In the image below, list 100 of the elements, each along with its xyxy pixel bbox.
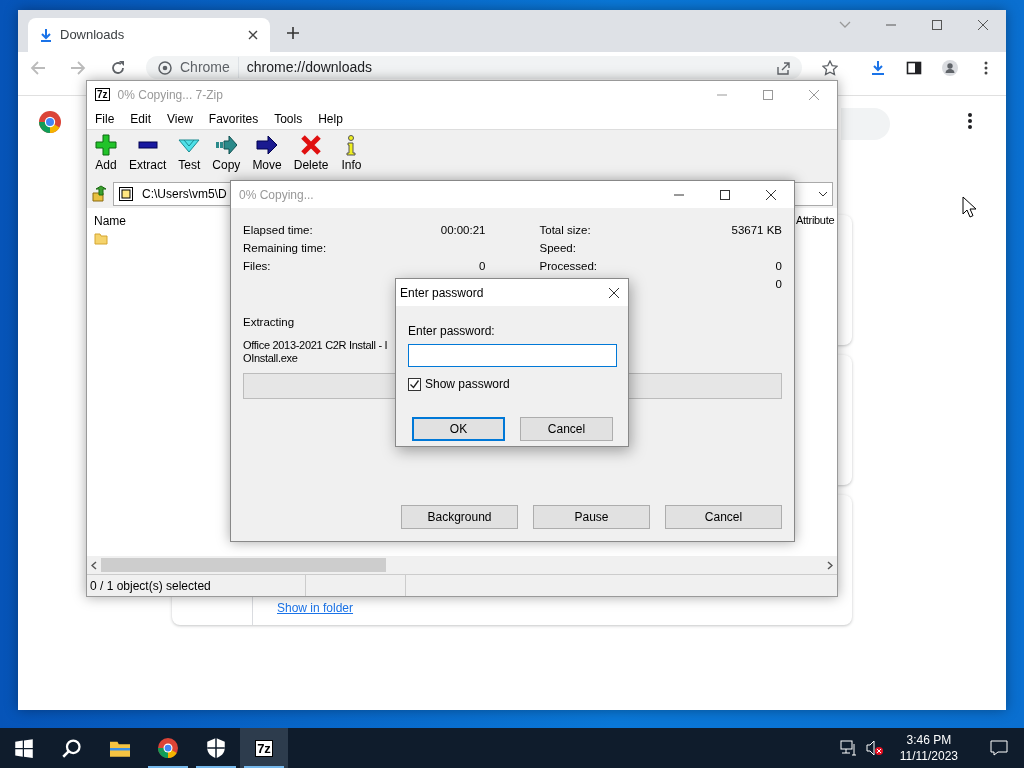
stat-value: 0	[479, 259, 486, 274]
cursor-icon	[962, 196, 976, 218]
checkbox-label: Show password	[425, 376, 510, 393]
windows-logo-icon	[14, 738, 34, 758]
dialog-button[interactable]: Background	[401, 505, 518, 529]
stat-value: 0	[775, 259, 782, 274]
toolbar-button[interactable]: Add	[91, 130, 121, 180]
close-icon	[248, 30, 258, 40]
menu-item[interactable]: Tools	[274, 109, 303, 128]
file-name: Office 2013-2021 C2R Install - I	[243, 339, 388, 353]
volume-button[interactable]	[865, 740, 884, 756]
clock-date: 11/11/2023	[899, 748, 958, 764]
file-name: OInstall.exe	[243, 352, 298, 366]
forward-icon	[70, 60, 86, 76]
checkbox[interactable]	[408, 377, 421, 391]
new-tab-button[interactable]	[286, 26, 300, 40]
dialog-button[interactable]: Cancel	[520, 417, 613, 441]
menu-item[interactable]: File	[95, 109, 115, 128]
close-icon	[608, 286, 620, 299]
bookmark-icon	[822, 60, 838, 76]
field-label: Enter password:	[407, 323, 496, 340]
menu-item[interactable]: Help	[318, 109, 343, 128]
dialog-title: Enter password	[400, 284, 484, 302]
show-in-folder-link[interactable]: Show in folder	[277, 599, 354, 617]
avatar-icon	[942, 60, 958, 76]
column-header[interactable]: Attribute	[796, 212, 835, 229]
download-icon	[40, 28, 52, 42]
column-header[interactable]: Name	[94, 212, 126, 230]
toolbar-button[interactable]: Test	[174, 130, 205, 180]
browser-tab[interactable]: Downloads	[28, 18, 270, 52]
toolbar-button[interactable]: Delete	[289, 130, 333, 180]
chrome-logo-icon	[38, 110, 62, 134]
maximize-icon	[719, 188, 731, 201]
scrollbar-thumb[interactable]	[101, 558, 386, 572]
close-icon	[977, 19, 989, 31]
stat-value: 00:00:21	[440, 223, 486, 238]
dialog-button[interactable]: Pause	[533, 505, 650, 529]
address-bar[interactable]: Chrome chrome://downloads	[146, 56, 802, 79]
chrome-icon	[158, 60, 172, 75]
more-button[interactable]	[966, 112, 974, 130]
share-icon[interactable]	[776, 60, 790, 75]
tab-title: Downloads	[60, 26, 126, 45]
stat-value: 53671 KB	[731, 223, 782, 238]
side-panel-icon	[906, 60, 922, 76]
window-title: 0% Copying... 7-Zip	[117, 86, 223, 104]
network-icon	[839, 740, 858, 756]
stat-label: Remaining time:	[243, 241, 327, 256]
close-icon	[765, 188, 777, 201]
folder-up-icon	[91, 185, 109, 203]
archive-icon	[118, 186, 134, 202]
taskbar-button[interactable]: 7z	[240, 728, 288, 768]
stat-label: Processed:	[539, 259, 598, 274]
stat-value: 0	[775, 277, 782, 292]
menu-item[interactable]: View	[167, 109, 193, 128]
app-logo: 7z	[95, 88, 110, 101]
menu-icon	[966, 112, 974, 130]
operation-label: Extracting	[243, 315, 295, 330]
path-text: C:\Users\vm5\D	[142, 186, 227, 203]
plus-icon	[286, 26, 300, 40]
toolbar-button[interactable]: Extract	[125, 130, 171, 180]
clock-time: 3:46 PM	[906, 732, 952, 748]
chat-bubble-icon	[990, 740, 1008, 756]
app-logo: 7z	[255, 739, 273, 757]
toolbar-button[interactable]: Info	[336, 130, 367, 180]
stat-label: Total size:	[539, 223, 591, 238]
arrow-right-icon	[256, 134, 279, 156]
site-chip: Chrome	[180, 57, 239, 78]
check-icon	[409, 378, 420, 390]
stat-label: Speed:	[539, 241, 576, 256]
plus-icon	[95, 134, 117, 156]
toolbar-button[interactable]: Move	[248, 130, 286, 180]
password-field[interactable]	[408, 344, 617, 367]
menu-item[interactable]: Favorites	[208, 109, 259, 128]
url-text: chrome://downloads	[246, 58, 374, 77]
search-field[interactable]	[841, 108, 890, 140]
folder-icon	[94, 231, 108, 245]
download-icon	[870, 60, 886, 76]
search-icon	[62, 738, 82, 758]
chrome-icon	[158, 738, 178, 758]
speaker-muted-icon	[865, 740, 884, 756]
chevron-down-icon	[839, 21, 851, 29]
stat-label: Elapsed time:	[243, 223, 313, 238]
delete-icon	[300, 134, 323, 156]
up-folder-button[interactable]	[91, 185, 109, 203]
chevron-left-icon	[91, 560, 97, 570]
maximize-icon	[762, 88, 774, 101]
close-icon	[808, 88, 820, 101]
close-button[interactable]	[608, 286, 620, 299]
clock[interactable]: 3:46 PM 11/11/2023	[891, 732, 966, 764]
status-text: 0 / 1 object(s) selected	[90, 577, 211, 595]
maximize-icon	[931, 19, 943, 31]
network-button[interactable]	[839, 740, 858, 756]
toolbar-button[interactable]: Copy	[208, 130, 245, 180]
menu-item[interactable]: Edit	[130, 109, 152, 128]
stat-label: Files:	[243, 259, 271, 274]
chevron-right-icon	[827, 560, 833, 570]
dialog-button[interactable]: OK	[412, 417, 505, 441]
window-title: 0% Copying...	[239, 186, 314, 204]
dialog-button[interactable]: Cancel	[665, 505, 782, 529]
tab-close-button[interactable]	[248, 30, 258, 40]
